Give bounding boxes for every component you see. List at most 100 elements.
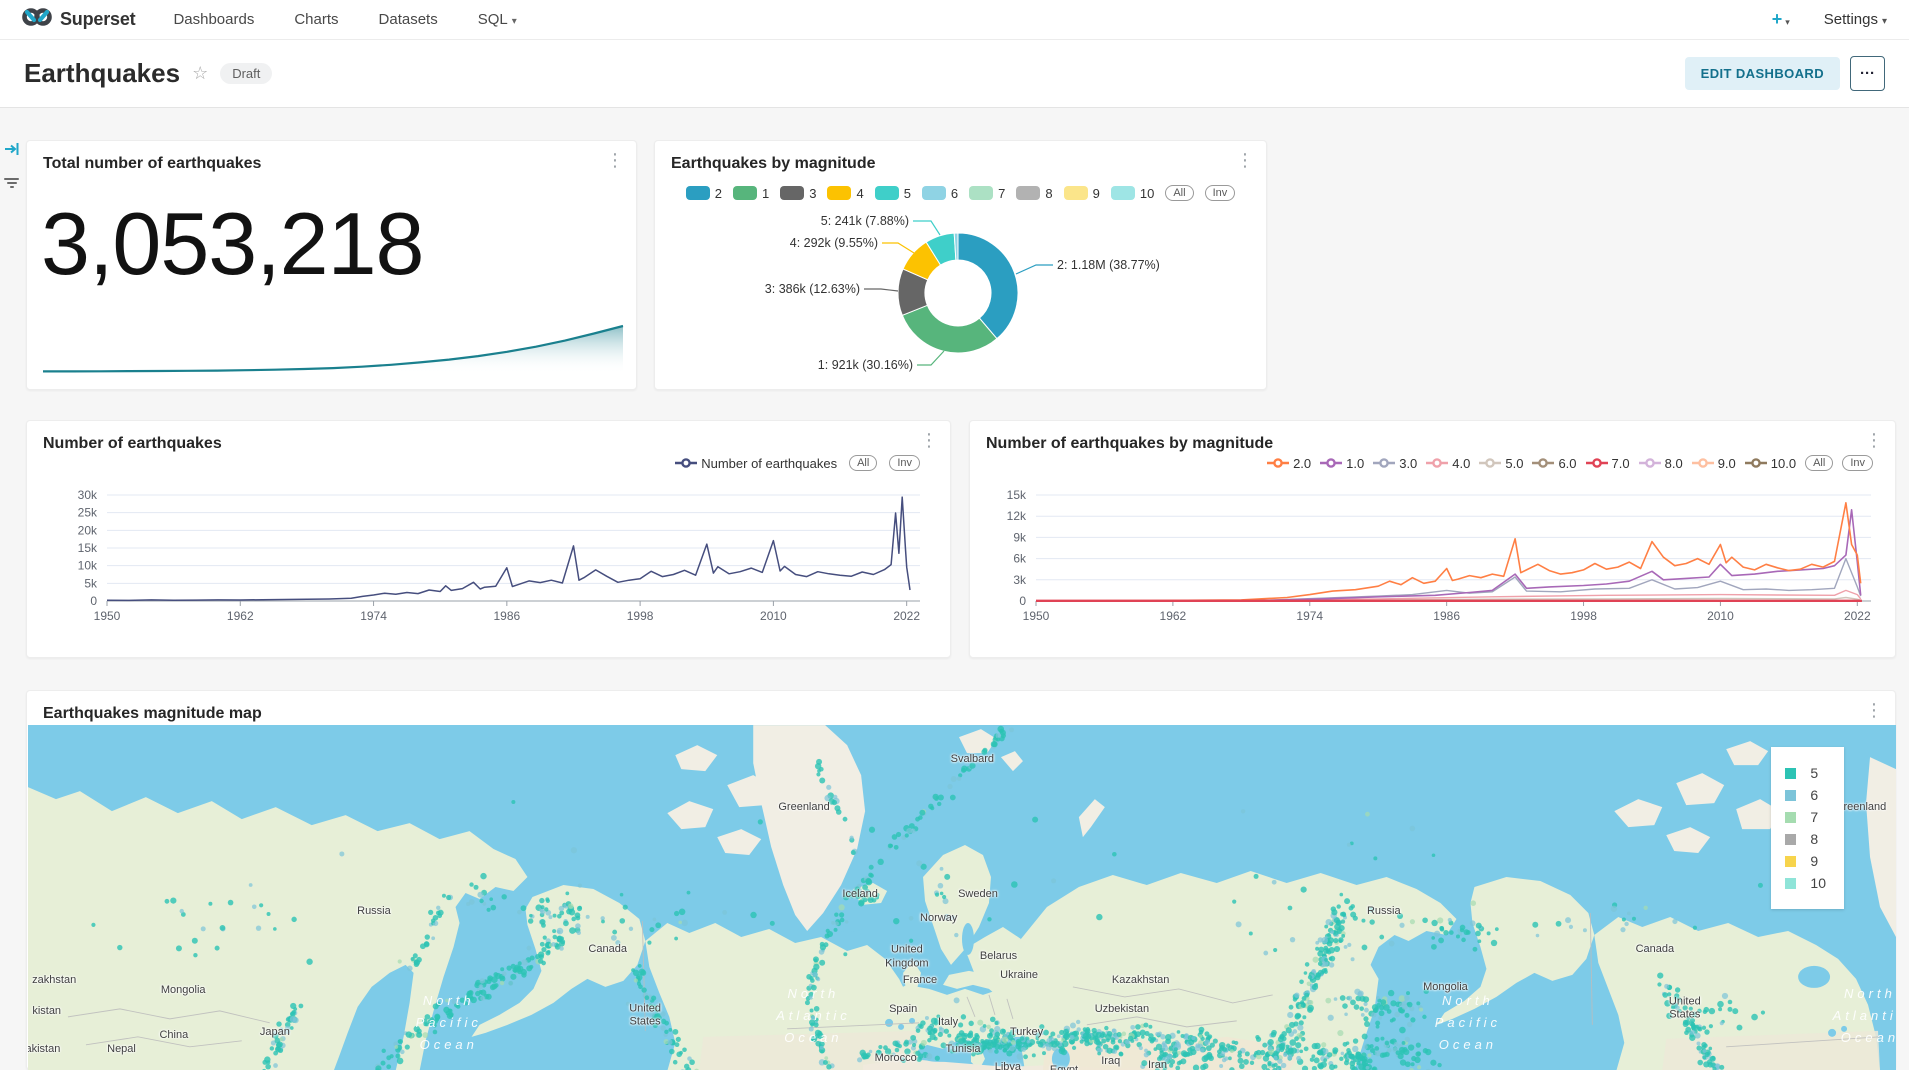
- favorite-star-icon[interactable]: ☆: [192, 63, 208, 84]
- country-label: Canada: [1636, 943, 1675, 957]
- map-legend-item[interactable]: 9: [1785, 853, 1826, 869]
- legend-swatch: [733, 186, 757, 200]
- legend-item-4.0[interactable]: 4.0: [1426, 456, 1470, 471]
- country-label: Russia: [357, 905, 391, 919]
- line-marker-icon: [1320, 458, 1342, 468]
- legend-item-10.0[interactable]: 10.0: [1745, 456, 1796, 471]
- chevron-down-icon: ▾: [1882, 16, 1887, 27]
- donut-legend-item[interactable]: 2: [686, 186, 722, 201]
- nav-item-dashboards[interactable]: Dashboards: [173, 11, 254, 28]
- legend-all-button[interactable]: All: [1165, 185, 1193, 201]
- donut-slice-2[interactable]: [958, 233, 1018, 339]
- world-map[interactable]: RussiaMongoliaChinaJapanzakhstankistanPa…: [28, 725, 1896, 1070]
- sparkline-chart: [27, 141, 638, 391]
- nav-item-sql[interactable]: SQL▾: [478, 11, 517, 28]
- donut-callout: 1: 921k (30.16%): [818, 358, 913, 372]
- expand-filter-bar-icon[interactable]: [4, 142, 20, 161]
- country-label: Tunisia: [945, 1043, 980, 1057]
- donut-legend-item[interactable]: 5: [875, 186, 911, 201]
- donut-legend-item[interactable]: 10: [1111, 186, 1154, 201]
- legend-swatch: [1016, 186, 1040, 200]
- card-menu-button[interactable]: ⋮: [920, 431, 938, 449]
- legend-swatch: [969, 186, 993, 200]
- legend-swatch: [1785, 790, 1796, 801]
- legend-item-6.0[interactable]: 6.0: [1532, 456, 1576, 471]
- country-label: China: [159, 1030, 188, 1044]
- line-marker-icon: [1426, 458, 1448, 468]
- legend-item-5.0[interactable]: 5.0: [1479, 456, 1523, 471]
- dashboard-page: Superset Dashboards Charts Datasets SQL▾…: [0, 0, 1909, 1070]
- legend-inv-button[interactable]: Inv: [1205, 185, 1236, 201]
- donut-legend-item[interactable]: 3: [780, 186, 816, 201]
- svg-text:3k: 3k: [1013, 573, 1027, 587]
- legend-label: 9: [1093, 186, 1100, 201]
- legend-item-3.0[interactable]: 3.0: [1373, 456, 1417, 471]
- svg-text:1986: 1986: [1433, 609, 1460, 623]
- line-legend-all-button[interactable]: All: [849, 455, 877, 471]
- country-label: Norway: [920, 912, 957, 926]
- card-menu-button[interactable]: ⋮: [1865, 701, 1883, 719]
- superset-logo[interactable]: Superset: [22, 7, 135, 32]
- card-menu-button[interactable]: ⋮: [1865, 431, 1883, 449]
- donut-legend-item[interactable]: 4: [827, 186, 863, 201]
- legend-label: 9.0: [1718, 456, 1736, 471]
- magnitude-legend-all-button[interactable]: All: [1805, 455, 1833, 471]
- legend-item-Number of earthquakes[interactable]: Number of earthquakes: [675, 456, 837, 471]
- line-marker-icon: [1586, 458, 1608, 468]
- legend-item-7.0[interactable]: 7.0: [1586, 456, 1630, 471]
- country-label: Pakistan: [28, 1043, 60, 1057]
- card-menu-button[interactable]: ⋮: [1236, 151, 1254, 169]
- donut-legend-item[interactable]: 9: [1064, 186, 1100, 201]
- legend-swatch: [1785, 834, 1796, 845]
- svg-text:6k: 6k: [1013, 552, 1027, 566]
- filter-icon[interactable]: [4, 176, 19, 190]
- nav-item-charts[interactable]: Charts: [294, 11, 338, 28]
- ocean-label: NorthPacificOcean: [416, 989, 482, 1055]
- svg-text:1962: 1962: [227, 609, 254, 623]
- legend-item-2.0[interactable]: 2.0: [1267, 456, 1311, 471]
- donut-chart[interactable]: 2: 1.18M (38.77%)1: 921k (30.16%)3: 386k…: [655, 141, 1268, 391]
- legend-label: 4.0: [1452, 456, 1470, 471]
- country-label: Spain: [889, 1004, 917, 1018]
- map-legend-item[interactable]: 6: [1785, 787, 1826, 803]
- line-legend-inv-button[interactable]: Inv: [889, 455, 920, 471]
- series-2.0: [1036, 503, 1861, 601]
- map-legend-item[interactable]: 7: [1785, 809, 1826, 825]
- svg-text:20k: 20k: [78, 523, 98, 537]
- card-menu-button[interactable]: ⋮: [606, 151, 624, 169]
- donut-legend-item[interactable]: 6: [922, 186, 958, 201]
- svg-text:1974: 1974: [360, 609, 387, 623]
- card-title: Number of earthquakes by magnitude: [986, 435, 1273, 453]
- country-label: UnitedStates: [629, 1002, 661, 1030]
- legend-item-8.0[interactable]: 8.0: [1639, 456, 1683, 471]
- dashboard-more-button[interactable]: ···: [1850, 56, 1885, 91]
- magnitude-legend-inv-button[interactable]: Inv: [1842, 455, 1873, 471]
- svg-text:25k: 25k: [78, 506, 98, 520]
- map-legend-item[interactable]: 10: [1785, 875, 1826, 891]
- map-legend-item[interactable]: 8: [1785, 831, 1826, 847]
- donut-legend-item[interactable]: 7: [969, 186, 1005, 201]
- edit-dashboard-button[interactable]: EDIT DASHBOARD: [1685, 57, 1840, 90]
- country-label: Russia: [1367, 905, 1401, 919]
- legend-label: 1: [762, 186, 769, 201]
- svg-text:1962: 1962: [1160, 609, 1187, 623]
- legend-item-1.0[interactable]: 1.0: [1320, 456, 1364, 471]
- country-label: Iran: [1148, 1059, 1167, 1070]
- map-legend-item[interactable]: 5: [1785, 765, 1826, 781]
- legend-item-9.0[interactable]: 9.0: [1692, 456, 1736, 471]
- donut-legend-item[interactable]: 8: [1016, 186, 1052, 201]
- line-marker-icon: [1267, 458, 1289, 468]
- donut-legend-item[interactable]: 1: [733, 186, 769, 201]
- legend-label: 5.0: [1505, 456, 1523, 471]
- card-earthquakes-by-magnitude-lines: Number of earthquakes by magnitude ⋮ 2.0…: [969, 420, 1896, 658]
- filter-rail: [0, 108, 24, 1070]
- donut-slice-1[interactable]: [902, 305, 997, 353]
- magnitude-legend: 2.0 1.0 3.0 4.0 5.0 6.0 7.0 8.0 9.0 10.0 All Inv: [1267, 455, 1873, 471]
- settings-menu[interactable]: Settings▾: [1824, 11, 1887, 28]
- new-item-button[interactable]: +▾: [1772, 9, 1790, 30]
- top-navbar: Superset Dashboards Charts Datasets SQL▾…: [0, 0, 1909, 40]
- header-actions: EDIT DASHBOARD ···: [1685, 56, 1885, 91]
- legend-label: 3: [809, 186, 816, 201]
- nav-item-datasets[interactable]: Datasets: [379, 11, 438, 28]
- legend-swatch: [1785, 878, 1796, 889]
